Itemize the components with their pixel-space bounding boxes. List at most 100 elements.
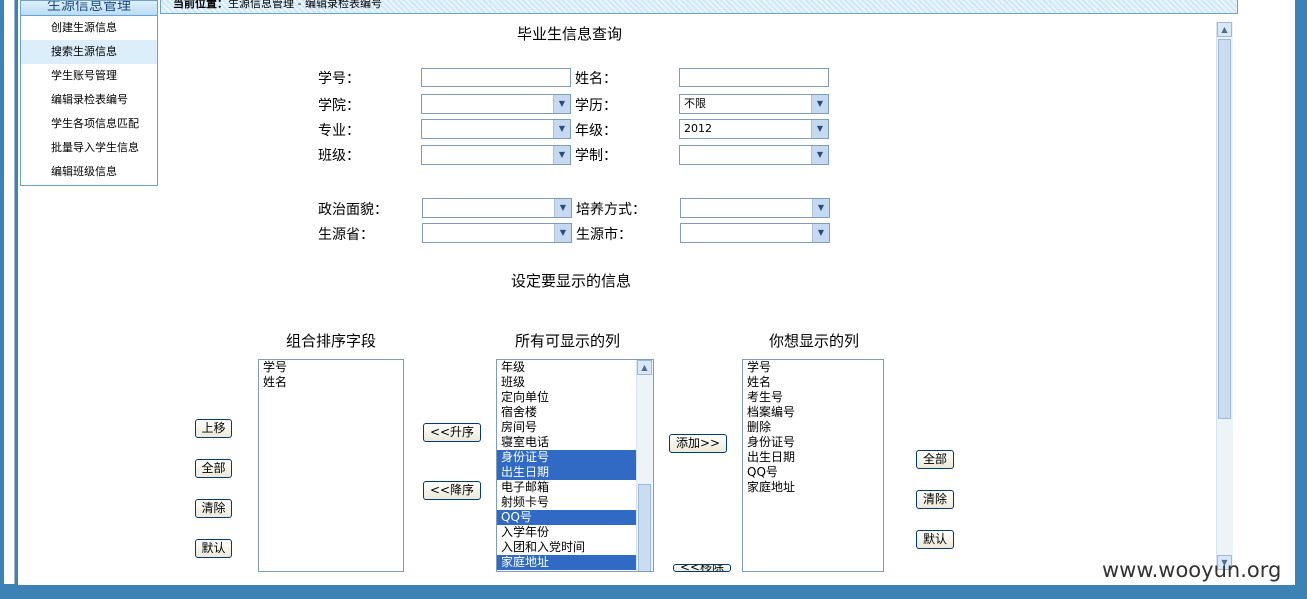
major-label: 专业：	[318, 123, 360, 139]
list-item[interactable]: 学号	[259, 360, 403, 375]
student-id-label: 学号：	[318, 71, 360, 87]
wanted-columns-header: 你想显示的列	[769, 332, 860, 350]
default-left-button[interactable]: 默认	[195, 539, 232, 558]
list-item[interactable]: 身份证号	[743, 435, 883, 450]
sidebar-item-match[interactable]: 学生各项信息匹配	[21, 112, 157, 136]
degree-select-value: 不限	[684, 97, 706, 110]
degree-select[interactable]: 不限 ▼	[679, 94, 829, 114]
list-item-selected[interactable]: 出生日期	[497, 465, 653, 480]
add-column-button[interactable]: 添加>>	[669, 434, 727, 453]
grade-select[interactable]: 2012 ▼	[679, 119, 829, 139]
sidebar: 生源信息管理 创建生源信息 搜索生源信息 学生账号管理 编辑录检表编号 学生各项…	[20, 0, 158, 186]
listbox-scrollbar[interactable]: ▲	[636, 360, 653, 571]
name-input[interactable]	[679, 68, 829, 87]
chevron-down-icon: ▼	[554, 199, 571, 217]
class-select[interactable]: ▼	[421, 145, 571, 165]
move-up-button[interactable]: 上移	[195, 419, 232, 438]
city-label: 生源市：	[576, 227, 632, 243]
class-label: 班级：	[318, 148, 360, 164]
query-title: 毕业生信息查询	[517, 25, 623, 43]
sort-fields-listbox[interactable]: 学号 姓名	[258, 359, 404, 572]
list-item[interactable]: 定向单位	[497, 390, 653, 405]
political-select[interactable]: ▼	[422, 198, 572, 218]
degree-label: 学历：	[575, 98, 617, 114]
list-item[interactable]: 考生号	[743, 390, 883, 405]
grade-label: 年级：	[575, 123, 617, 139]
page-scrollbar[interactable]: ▲ ▼	[1216, 22, 1233, 570]
list-item[interactable]: 学号	[743, 360, 883, 375]
list-item[interactable]: QQ号	[743, 465, 883, 480]
scroll-thumb[interactable]	[1218, 39, 1231, 419]
political-label: 政治面貌：	[318, 202, 388, 218]
duration-select[interactable]: ▼	[679, 145, 829, 165]
watermark: www.wooyun.org	[1102, 558, 1282, 582]
grade-select-value: 2012	[684, 122, 712, 135]
chevron-down-icon: ▼	[811, 146, 828, 164]
sidebar-title: 生源信息管理	[21, 1, 157, 16]
breadcrumb-prefix: 当前位置：	[173, 0, 228, 10]
all-right-button[interactable]: 全部	[916, 450, 954, 469]
list-item-selected[interactable]: QQ号	[497, 510, 653, 525]
breadcrumb-path: 生源信息管理 - 编辑录检表编号	[228, 0, 382, 10]
major-select[interactable]: ▼	[421, 119, 571, 139]
display-title: 设定要显示的信息	[511, 272, 632, 290]
sidebar-item-edit-number[interactable]: 编辑录检表编号	[21, 88, 157, 112]
clear-left-button[interactable]: 清除	[195, 499, 232, 518]
sidebar-item-import[interactable]: 批量导入学生信息	[21, 136, 157, 160]
scroll-up-icon[interactable]: ▲	[637, 360, 652, 375]
chevron-down-icon: ▼	[812, 224, 829, 242]
list-item[interactable]: 射频卡号	[497, 495, 653, 510]
name-label: 姓名：	[575, 71, 617, 87]
list-item[interactable]: 年级	[497, 360, 653, 375]
sidebar-item-accounts[interactable]: 学生账号管理	[21, 64, 157, 88]
province-label: 生源省：	[318, 227, 374, 243]
list-item-selected[interactable]: 身份证号	[497, 450, 653, 465]
duration-label: 学制：	[575, 148, 617, 164]
chevron-down-icon: ▼	[553, 146, 570, 164]
chevron-down-icon: ▼	[811, 95, 828, 113]
chevron-down-icon: ▼	[812, 199, 829, 217]
chevron-down-icon: ▼	[553, 120, 570, 138]
scroll-up-icon[interactable]: ▲	[1217, 22, 1232, 37]
all-columns-listbox[interactable]: 年级 班级 定向单位 宿舍楼 房间号 寝室电话 身份证号 出生日期 电子邮箱 射…	[496, 359, 654, 572]
list-item-selected[interactable]: 家庭地址	[497, 555, 653, 570]
list-item[interactable]: 宿舍楼	[497, 405, 653, 420]
listbox-scroll-thumb[interactable]	[638, 484, 651, 571]
sort-fields-header: 组合排序字段	[286, 332, 377, 350]
city-select[interactable]: ▼	[680, 223, 830, 243]
province-select[interactable]: ▼	[422, 223, 572, 243]
sort-asc-button[interactable]: <<升序	[423, 423, 481, 442]
remove-column-button[interactable]: <<移除	[673, 564, 731, 572]
training-select[interactable]: ▼	[680, 198, 830, 218]
sidebar-item-search[interactable]: 搜索生源信息	[21, 40, 157, 64]
college-select[interactable]: ▼	[421, 94, 571, 114]
sidebar-item-class[interactable]: 编辑班级信息	[21, 160, 157, 184]
list-item[interactable]: 房间号	[497, 420, 653, 435]
chevron-down-icon: ▼	[553, 95, 570, 113]
list-item[interactable]: 删除	[743, 420, 883, 435]
list-item[interactable]: 姓名	[743, 375, 883, 390]
list-item[interactable]: 寝室电话	[497, 435, 653, 450]
list-item[interactable]: 姓名	[259, 375, 403, 390]
training-label: 培养方式：	[576, 202, 646, 218]
breadcrumb: 当前位置：生源信息管理 - 编辑录检表编号	[160, 0, 1238, 14]
list-item[interactable]: 入学年份	[497, 525, 653, 540]
student-id-input[interactable]	[421, 68, 571, 87]
window-frame-bottom	[0, 585, 1307, 599]
default-right-button[interactable]: 默认	[916, 530, 954, 549]
list-item[interactable]: 入团和入党时间	[497, 540, 653, 555]
list-item[interactable]: 档案编号	[743, 405, 883, 420]
all-left-button[interactable]: 全部	[195, 459, 232, 478]
window-frame-inner-left	[4, 0, 15, 584]
list-item[interactable]: 电子邮箱	[497, 480, 653, 495]
list-item[interactable]: 家庭地址	[743, 480, 883, 495]
window-frame-right	[1295, 0, 1307, 599]
sidebar-item-create[interactable]: 创建生源信息	[21, 16, 157, 40]
list-item[interactable]: 班级	[497, 375, 653, 390]
clear-right-button[interactable]: 清除	[916, 490, 954, 509]
list-item[interactable]: 出生日期	[743, 450, 883, 465]
sort-desc-button[interactable]: <<降序	[423, 481, 481, 500]
wanted-columns-listbox[interactable]: 学号 姓名 考生号 档案编号 删除 身份证号 出生日期 QQ号 家庭地址	[742, 359, 884, 572]
chevron-down-icon: ▼	[811, 120, 828, 138]
all-columns-header: 所有可显示的列	[515, 332, 621, 350]
